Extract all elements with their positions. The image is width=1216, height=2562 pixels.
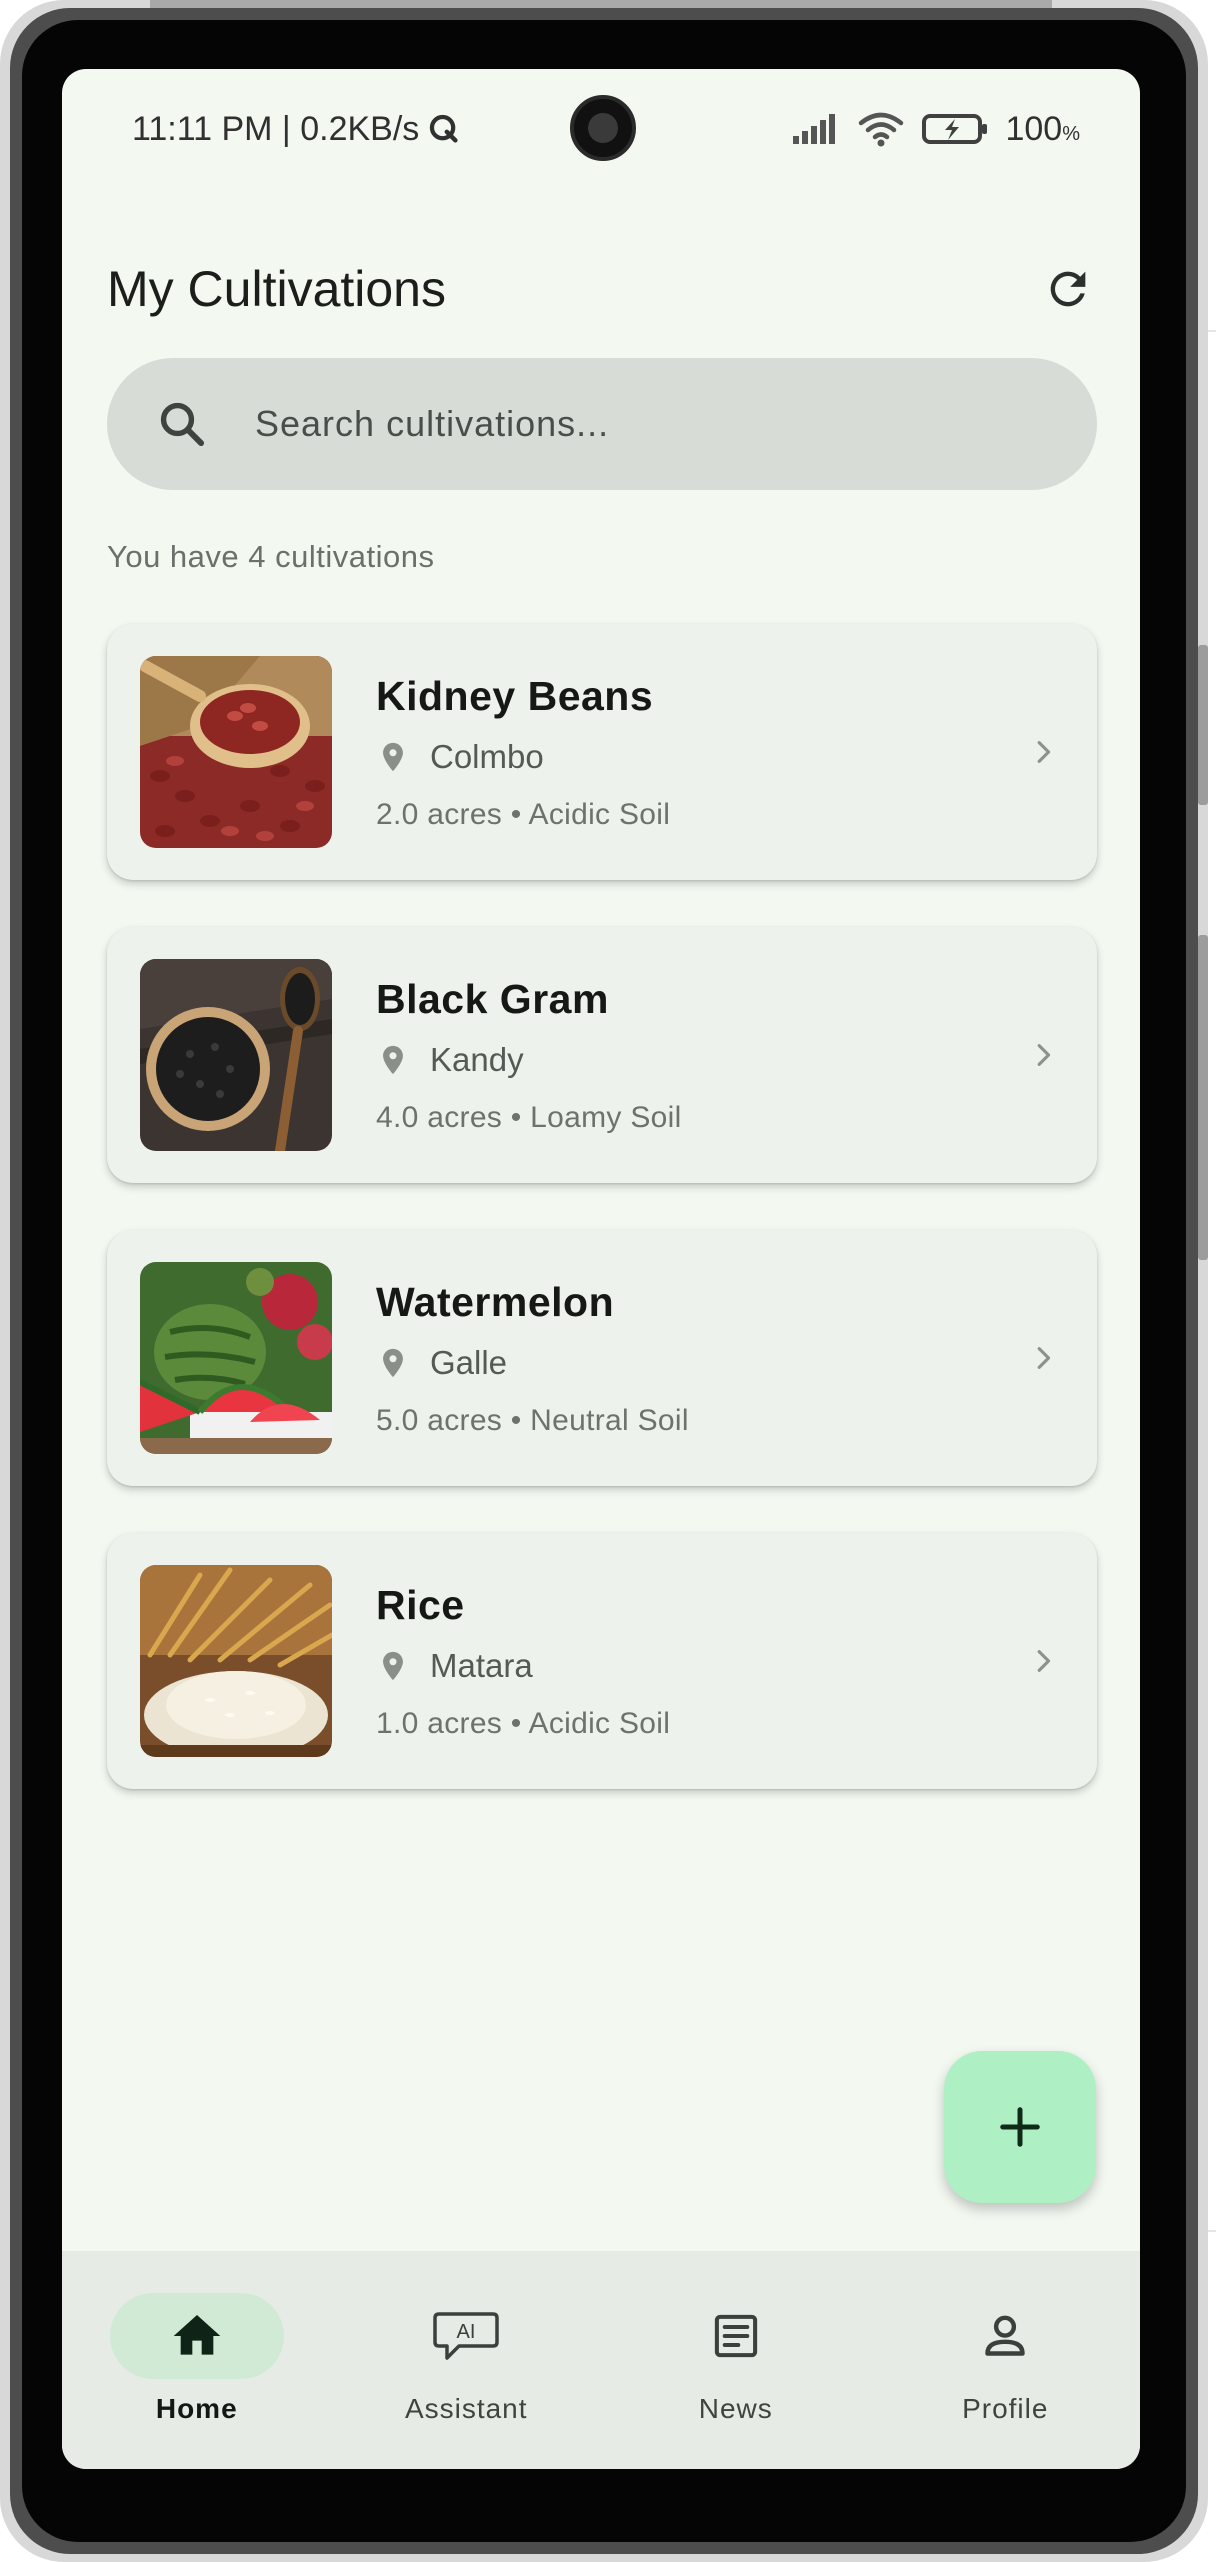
person-icon xyxy=(985,2315,1025,2356)
nav-icon-container xyxy=(918,2293,1092,2379)
home-icon xyxy=(173,2315,221,2355)
plus-icon xyxy=(1000,2107,1040,2147)
location-text: Galle xyxy=(430,1343,508,1381)
crop-name: Kidney Beans xyxy=(376,672,654,719)
card-info: Black Gram Kandy 4.0 acres • Loamy Soil xyxy=(376,976,682,1135)
phone-frame: 11:11 PM | 0.2KB/s 100% My Cultivations … xyxy=(0,0,1208,2562)
location-pin-icon xyxy=(383,1651,403,1680)
volume-button xyxy=(1198,645,1208,805)
location-pin-icon xyxy=(383,1045,403,1074)
power-button xyxy=(1198,935,1208,1260)
watermelon-image xyxy=(140,1262,332,1454)
nav-item-profile[interactable]: Profile xyxy=(871,2251,1141,2469)
app-header: My Cultivations xyxy=(62,239,1140,339)
cultivation-details: 4.0 acres • Loamy Soil xyxy=(376,1100,682,1134)
card-info: Watermelon Galle 5.0 acres • Neutral Soi… xyxy=(376,1279,689,1438)
search-input[interactable] xyxy=(255,403,1015,445)
status-icons: 100% xyxy=(791,110,1080,149)
cultivation-details: 1.0 acres • Acidic Soil xyxy=(376,1706,671,1740)
chevron-right-icon xyxy=(1037,1650,1051,1672)
nav-icon-container: AI xyxy=(379,2293,553,2379)
chevron-right-icon xyxy=(1037,741,1051,763)
location-text: Kandy xyxy=(430,1040,524,1078)
battery-unit: % xyxy=(1062,122,1080,145)
battery-percentage: 100% xyxy=(1005,110,1080,149)
crop-name: Watermelon xyxy=(376,1278,615,1325)
rice-image xyxy=(140,1565,332,1757)
cultivation-list: Kidney Beans Colmbo 2.0 acres • Acidic S… xyxy=(107,624,1097,1836)
battery-charging-icon xyxy=(922,114,988,144)
card-info: Kidney Beans Colmbo 2.0 acres • Acidic S… xyxy=(376,673,670,832)
front-camera xyxy=(570,95,636,161)
status-time-group: 11:11 PM | 0.2KB/s xyxy=(132,110,461,149)
crop-name: Rice xyxy=(376,1581,465,1628)
bottom-navigation: Home AI Assistant News Profile xyxy=(62,2251,1140,2469)
cultivation-card-kidney-beans[interactable]: Kidney Beans Colmbo 2.0 acres • Acidic S… xyxy=(107,624,1097,880)
location-pin-icon xyxy=(383,742,403,771)
crop-name: Black Gram xyxy=(376,975,609,1022)
signal-icon xyxy=(793,114,836,144)
page-title: My Cultivations xyxy=(107,261,446,317)
ai-badge-text: AI xyxy=(457,2321,476,2343)
nav-label: News xyxy=(698,2393,773,2424)
kidney-beans-image xyxy=(140,656,332,848)
cultivation-card-watermelon[interactable]: Watermelon Galle 5.0 acres • Neutral Soi… xyxy=(107,1230,1097,1486)
cultivation-card-rice[interactable]: Rice Matara 1.0 acres • Acidic Soil xyxy=(107,1533,1097,1789)
search-bar[interactable] xyxy=(107,358,1097,490)
nav-active-indicator xyxy=(109,2293,284,2379)
nav-item-home[interactable]: Home xyxy=(62,2251,332,2469)
location-row: Galle xyxy=(376,1344,689,1382)
news-icon xyxy=(714,2314,757,2358)
nav-label: Home xyxy=(155,2393,238,2424)
search-icon xyxy=(160,402,205,447)
refresh-icon xyxy=(1050,271,1086,307)
location-text: Colmbo xyxy=(430,737,544,775)
location-row: Colmbo xyxy=(376,738,670,776)
wifi-icon xyxy=(859,112,904,147)
location-text: Matara xyxy=(430,1646,533,1684)
cultivation-details: 5.0 acres • Neutral Soil xyxy=(376,1403,689,1437)
black-gram-image xyxy=(140,959,332,1151)
status-time: 11:11 PM | 0.2KB/s xyxy=(132,109,420,148)
battery-value: 100 xyxy=(1005,109,1063,148)
location-row: Matara xyxy=(376,1647,670,1685)
nav-label: Assistant xyxy=(404,2393,528,2424)
status-notification-icon xyxy=(430,114,458,143)
cultivation-count: You have 4 cultivations xyxy=(107,539,435,574)
location-row: Kandy xyxy=(376,1041,682,1079)
nav-icon-container xyxy=(649,2293,823,2379)
app-screen: 11:11 PM | 0.2KB/s 100% My Cultivations … xyxy=(62,69,1140,2469)
card-info: Rice Matara 1.0 acres • Acidic Soil xyxy=(376,1582,670,1741)
cultivation-details: 2.0 acres • Acidic Soil xyxy=(376,797,671,831)
chevron-right-icon xyxy=(1037,1347,1051,1369)
nav-label: Profile xyxy=(962,2393,1049,2424)
nav-item-assistant[interactable]: AI Assistant xyxy=(332,2251,602,2469)
location-pin-icon xyxy=(383,1348,403,1377)
ai-chat-icon: AI xyxy=(433,2312,499,2360)
chevron-right-icon xyxy=(1037,1044,1051,1066)
add-cultivation-button[interactable] xyxy=(944,2051,1096,2203)
cultivation-card-black-gram[interactable]: Black Gram Kandy 4.0 acres • Loamy Soil xyxy=(107,927,1097,1183)
nav-item-news[interactable]: News xyxy=(601,2251,871,2469)
refresh-button[interactable] xyxy=(1038,259,1098,319)
